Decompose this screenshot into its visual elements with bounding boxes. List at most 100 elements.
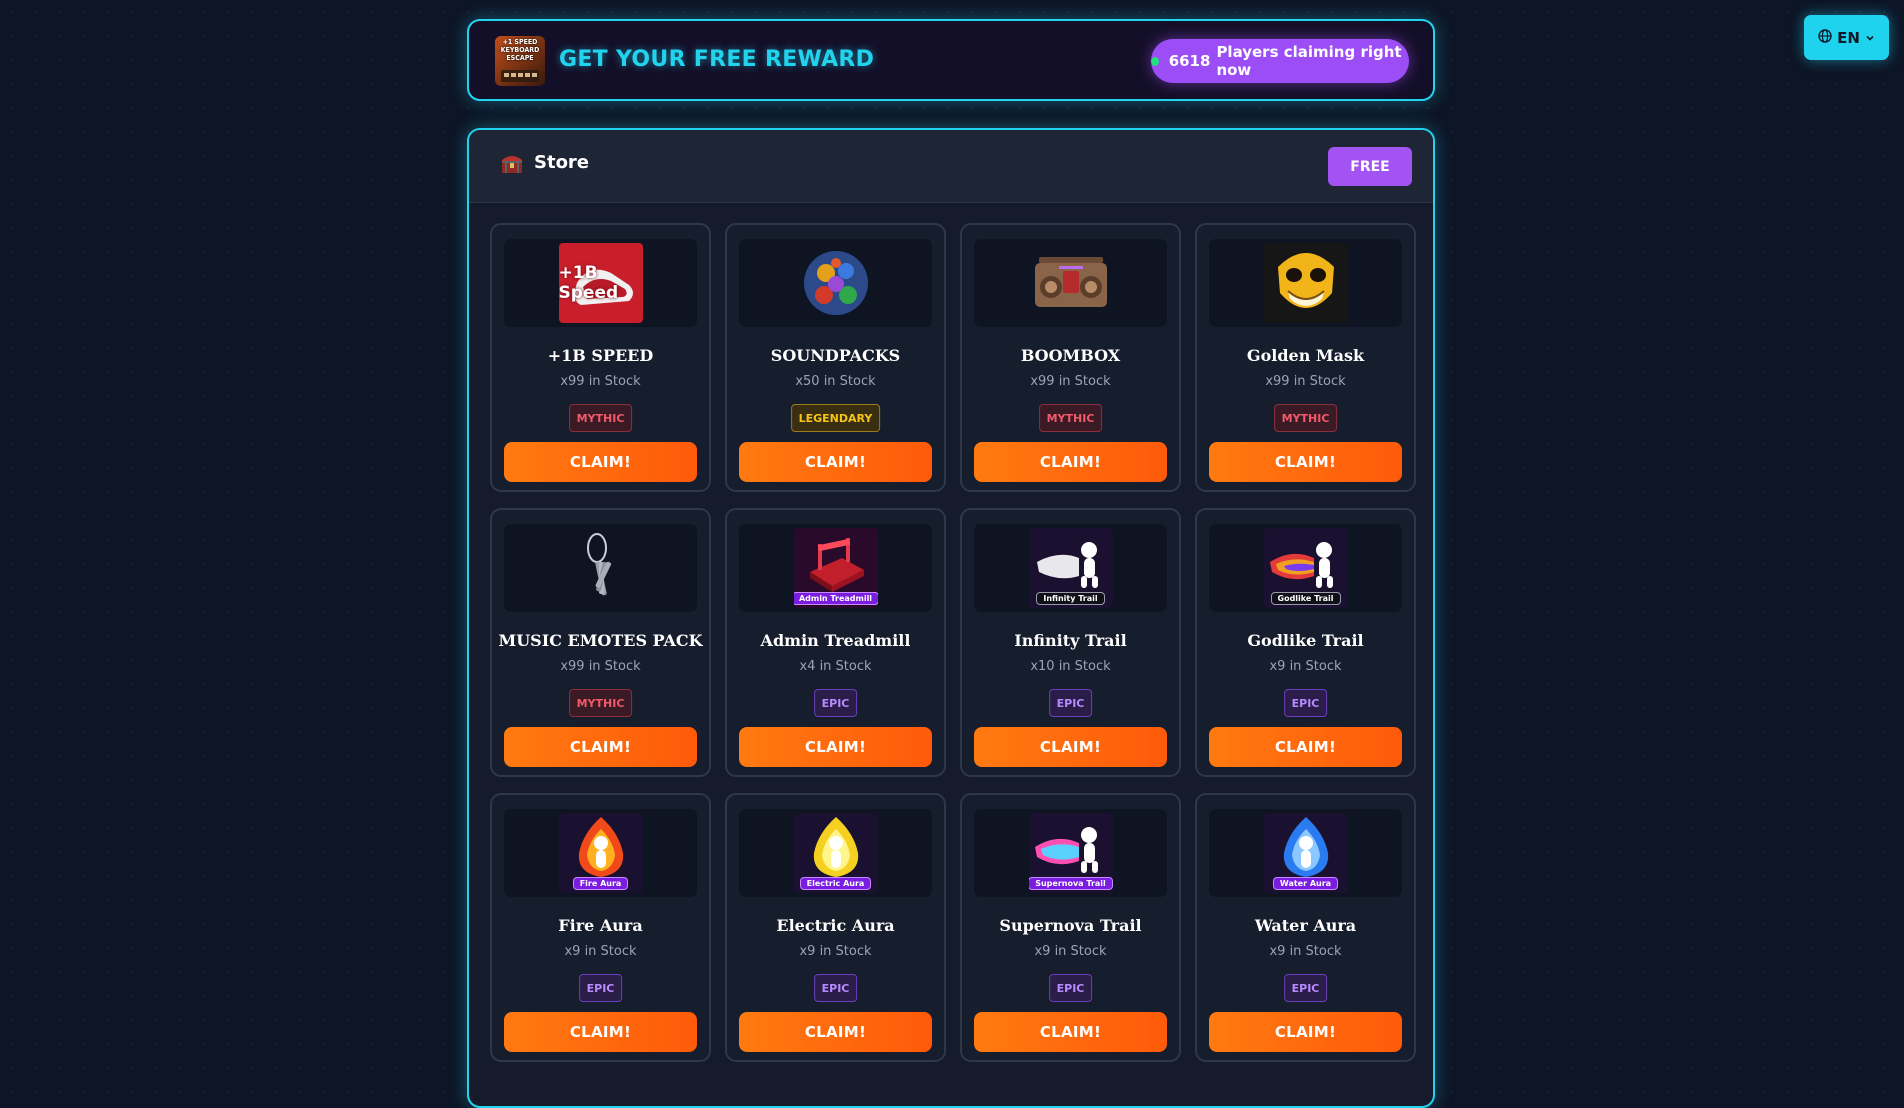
- players-count: 6618: [1168, 52, 1211, 70]
- item-name: +1B SPEED: [547, 346, 654, 365]
- claim-button[interactable]: CLAIM!: [504, 442, 697, 482]
- item-name: Golden Mask: [1246, 346, 1365, 365]
- item-thumbnail: [504, 524, 697, 612]
- language-label: EN: [1837, 28, 1860, 47]
- claim-button[interactable]: CLAIM!: [739, 1012, 932, 1052]
- item-thumbnail: Admin Treadmill: [739, 524, 932, 612]
- fire-aura-icon: Fire Aura: [558, 813, 643, 893]
- item-thumb-text: +1B Speed: [558, 263, 619, 303]
- language-selector[interactable]: EN: [1804, 15, 1889, 60]
- store-title: Store: [534, 152, 590, 173]
- item-name: Admin Treadmill: [760, 631, 911, 650]
- game-logo: +1 SPEED KEYBOARD ESCAPE: [495, 36, 545, 86]
- admin-treadmill-icon: Admin Treadmill: [793, 528, 878, 608]
- store-item-card: Infinity Trail Infinity Trail x10 in Sto…: [960, 508, 1181, 777]
- item-stock: x50 in Stock: [795, 374, 876, 389]
- store-item-card: Fire Aura Fire Aura x9 in Stock EPIC CLA…: [490, 793, 711, 1062]
- item-stock: x99 in Stock: [1265, 374, 1346, 389]
- item-name: Electric Aura: [776, 916, 895, 935]
- claim-button[interactable]: CLAIM!: [1209, 727, 1402, 767]
- item-thumbnail: Fire Aura: [504, 809, 697, 897]
- item-name: Godlike Trail: [1247, 631, 1364, 650]
- store-item-card: Godlike Trail Godlike Trail x9 in Stock …: [1195, 508, 1416, 777]
- store-item-card: +1B Speed +1B SPEED x99 in Stock MYTHIC …: [490, 223, 711, 492]
- store-item-card: Water Aura Water Aura x9 in Stock EPIC C…: [1195, 793, 1416, 1062]
- rarity-badge: EPIC: [1283, 974, 1328, 1002]
- rarity-badge: EPIC: [1048, 689, 1093, 717]
- store-item-card: BOOMBOX x99 in Stock MYTHIC CLAIM!: [960, 223, 1181, 492]
- item-thumbnail: [1209, 239, 1402, 327]
- item-thumb-text: Electric Aura: [799, 877, 872, 890]
- item-stock: x99 in Stock: [560, 374, 641, 389]
- item-thumbnail: +1B Speed: [504, 239, 697, 327]
- item-name: Infinity Trail: [1014, 631, 1127, 650]
- claim-button[interactable]: CLAIM!: [504, 1012, 697, 1052]
- claim-button[interactable]: CLAIM!: [974, 442, 1167, 482]
- rarity-badge: EPIC: [813, 974, 858, 1002]
- players-text: Players claiming right now: [1216, 43, 1402, 79]
- live-dot-icon: [1151, 56, 1159, 66]
- rarity-badge: MYTHIC: [1038, 404, 1103, 432]
- item-stock: x99 in Stock: [560, 659, 641, 674]
- reward-header: +1 SPEED KEYBOARD ESCAPE GET YOUR FREE R…: [467, 19, 1435, 101]
- item-thumbnail: Godlike Trail: [1209, 524, 1402, 612]
- rarity-badge: LEGENDARY: [790, 404, 881, 432]
- item-thumbnail: [974, 239, 1167, 327]
- golden-mask-icon: [1263, 243, 1348, 323]
- item-thumbnail: Electric Aura: [739, 809, 932, 897]
- item-stock: x4 in Stock: [799, 659, 872, 674]
- store-item-card: Electric Aura Electric Aura x9 in Stock …: [725, 793, 946, 1062]
- store-item-card: MUSIC EMOTES PACK x99 in Stock MYTHIC CL…: [490, 508, 711, 777]
- supernova-trail-icon: Supernova Trail: [1028, 813, 1113, 893]
- rarity-badge: MYTHIC: [568, 689, 633, 717]
- free-filter-button[interactable]: FREE: [1328, 147, 1412, 186]
- claim-button[interactable]: CLAIM!: [739, 442, 932, 482]
- store-item-card: Admin Treadmill Admin Treadmill x4 in St…: [725, 508, 946, 777]
- godlike-trail-icon: Godlike Trail: [1263, 528, 1348, 608]
- item-stock: x9 in Stock: [1034, 944, 1107, 959]
- rarity-badge: EPIC: [1283, 689, 1328, 717]
- store-item-card: Supernova Trail Supernova Trail x9 in St…: [960, 793, 1181, 1062]
- boombox-icon: [1029, 243, 1113, 323]
- claim-button[interactable]: CLAIM!: [739, 727, 932, 767]
- item-stock: x99 in Stock: [1030, 374, 1111, 389]
- claim-button[interactable]: CLAIM!: [1209, 1012, 1402, 1052]
- rarity-badge: EPIC: [1048, 974, 1093, 1002]
- item-stock: x9 in Stock: [1269, 659, 1342, 674]
- item-thumb-text: Admin Treadmill: [793, 592, 878, 605]
- item-thumb-text: Godlike Trail: [1270, 592, 1341, 605]
- item-stock: x10 in Stock: [1030, 659, 1111, 674]
- electric-aura-icon: Electric Aura: [793, 813, 878, 893]
- claim-button[interactable]: CLAIM!: [504, 727, 697, 767]
- item-thumbnail: Infinity Trail: [974, 524, 1167, 612]
- item-stock: x9 in Stock: [799, 944, 872, 959]
- item-name: BOOMBOX: [1020, 346, 1121, 365]
- speed-shoe-icon: +1B Speed: [558, 243, 643, 323]
- soundpack-gems-icon: [794, 243, 878, 323]
- store-item-card: SOUNDPACKS x50 in Stock LEGENDARY CLAIM!: [725, 223, 946, 492]
- item-name: Supernova Trail: [999, 916, 1142, 935]
- claim-button[interactable]: CLAIM!: [974, 1012, 1167, 1052]
- treasure-chest-icon: [499, 150, 525, 176]
- water-aura-icon: Water Aura: [1263, 813, 1348, 893]
- chevron-down-icon: [1865, 29, 1875, 47]
- rarity-badge: EPIC: [578, 974, 623, 1002]
- store-panel: Store FREE +1B Speed +1B SPEED x99 in St…: [467, 128, 1435, 1108]
- rarity-badge: MYTHIC: [1273, 404, 1338, 432]
- item-thumbnail: [739, 239, 932, 327]
- item-name: SOUNDPACKS: [770, 346, 901, 365]
- item-name: MUSIC EMOTES PACK: [498, 631, 703, 650]
- page-title: GET YOUR FREE REWARD: [559, 47, 875, 72]
- infinity-trail-icon: Infinity Trail: [1028, 528, 1113, 608]
- rarity-badge: MYTHIC: [568, 404, 633, 432]
- item-name: Water Aura: [1254, 916, 1357, 935]
- rarity-badge: EPIC: [813, 689, 858, 717]
- item-thumb-text: Water Aura: [1272, 877, 1339, 890]
- item-thumb-text: Supernova Trail: [1028, 877, 1113, 890]
- store-item-card: Golden Mask x99 in Stock MYTHIC CLAIM!: [1195, 223, 1416, 492]
- claim-button[interactable]: CLAIM!: [974, 727, 1167, 767]
- item-stock: x9 in Stock: [1269, 944, 1342, 959]
- claim-button[interactable]: CLAIM!: [1209, 442, 1402, 482]
- item-thumb-text: Infinity Trail: [1036, 592, 1105, 605]
- players-claiming-badge: 6618 Players claiming right now: [1151, 39, 1409, 83]
